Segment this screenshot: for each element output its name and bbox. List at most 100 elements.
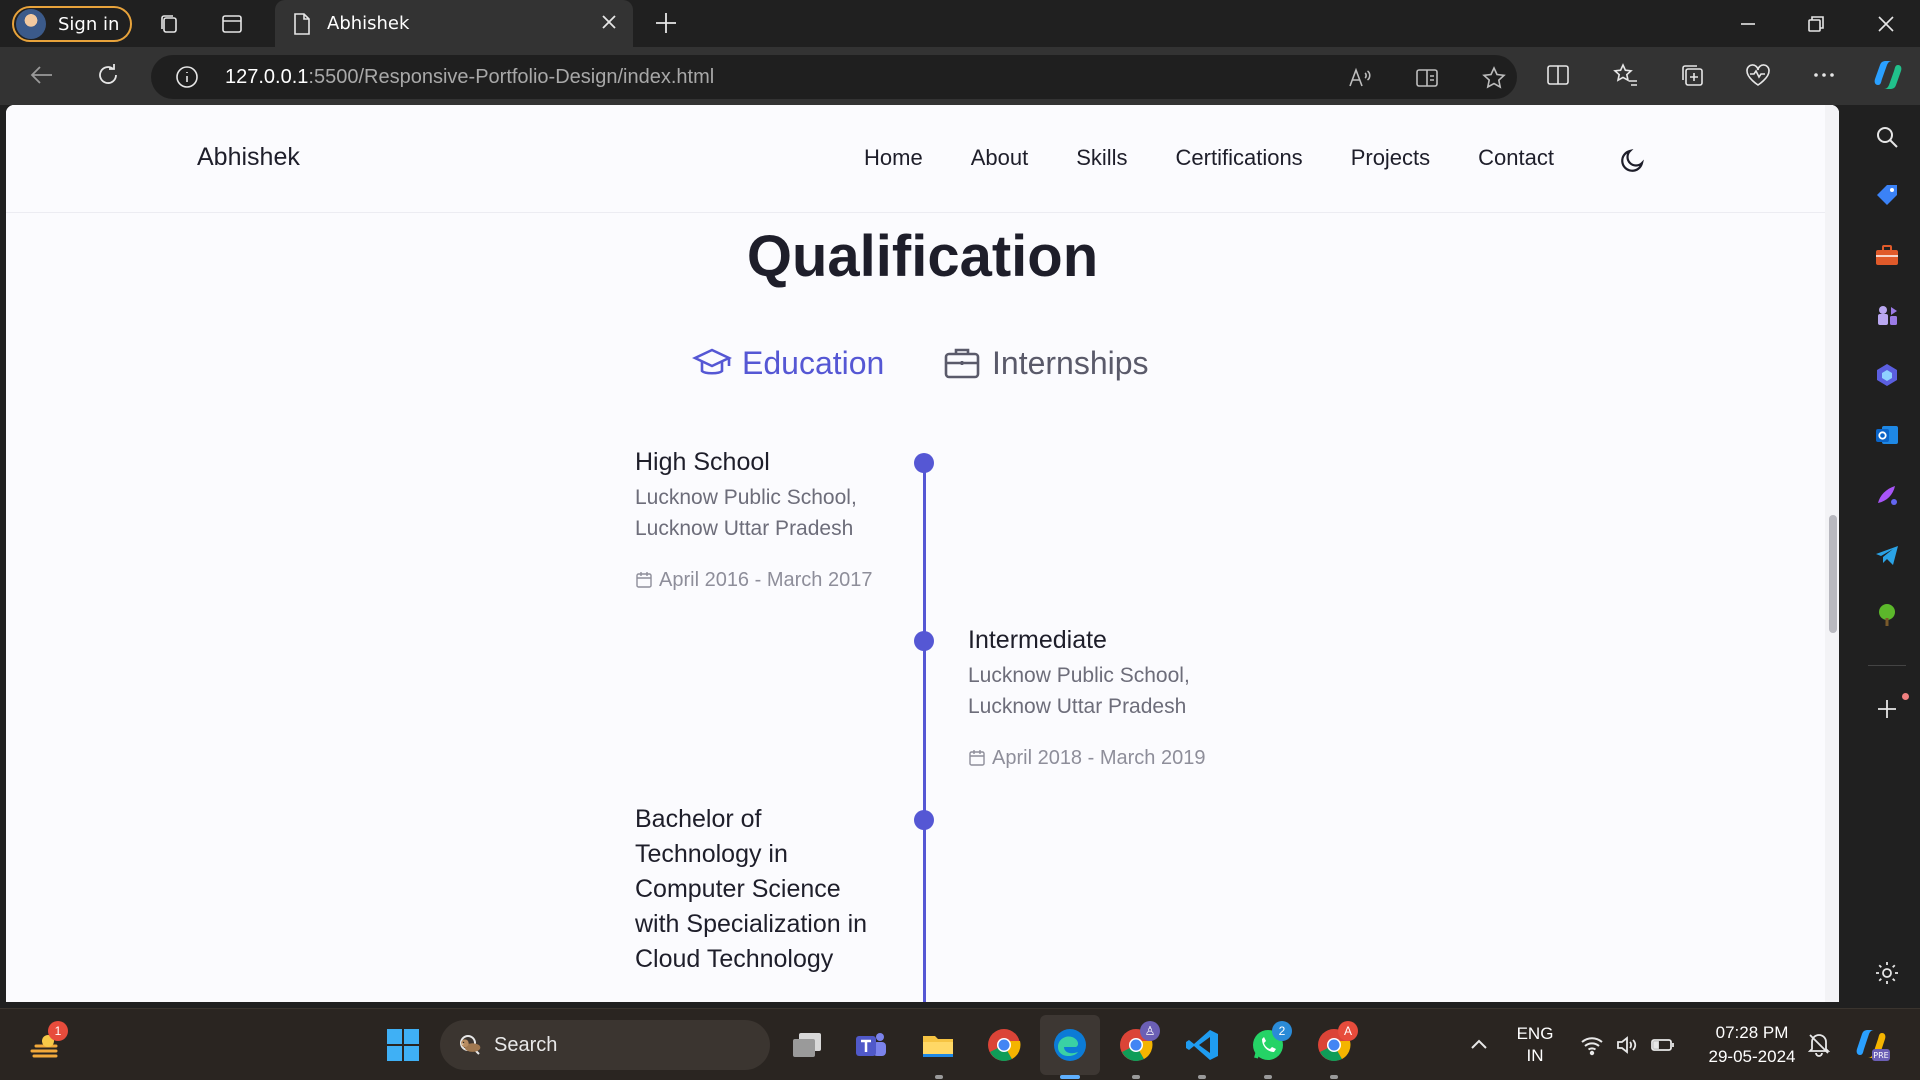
restore-icon[interactable] — [1802, 10, 1830, 38]
close-tab-icon[interactable] — [599, 12, 619, 32]
theme-toggle-moon-icon[interactable] — [1618, 145, 1648, 175]
language-indicator[interactable]: ENG IN — [1510, 1023, 1560, 1067]
volume-icon[interactable] — [1614, 1033, 1638, 1057]
notifications-bell-icon[interactable] — [1806, 1031, 1832, 1057]
vscode-icon[interactable] — [1184, 1027, 1220, 1063]
back-icon[interactable] — [27, 60, 57, 90]
url-path: :5500/Responsive-Portfolio-Design/index.… — [308, 65, 715, 88]
tab-title: Abhishek — [327, 13, 410, 34]
nav-contact[interactable]: Contact — [1478, 145, 1554, 171]
vertical-tabs-icon[interactable] — [220, 12, 244, 36]
calendar-icon — [969, 750, 985, 766]
qualification-title: Bachelor of Technology in Computer Scien… — [635, 805, 868, 973]
tab-education-label: Education — [742, 344, 885, 381]
telegram-icon[interactable] — [1873, 541, 1901, 569]
nav-about[interactable]: About — [971, 145, 1029, 171]
nav-home[interactable]: Home — [864, 145, 923, 171]
site-logo[interactable]: Abhishek — [197, 143, 300, 172]
search-icon[interactable] — [1873, 123, 1901, 151]
scroll-thumb[interactable] — [1829, 515, 1837, 633]
browser-essentials-icon[interactable] — [1744, 61, 1772, 89]
nav-projects[interactable]: Projects — [1351, 145, 1430, 171]
qualification-date: April 2016 - March 2017 — [635, 566, 885, 595]
qualification-date-text: April 2018 - March 2019 — [992, 747, 1206, 769]
qualification-item: Bachelor of Technology in Computer Scien… — [635, 802, 885, 977]
chevron-up-icon[interactable] — [1468, 1034, 1490, 1056]
read-aloud-icon[interactable] — [1347, 65, 1373, 91]
timeline-line — [923, 462, 926, 1002]
tab-education[interactable]: Education — [692, 343, 884, 383]
otter-icon — [461, 1039, 481, 1052]
outlook-icon[interactable] — [1873, 421, 1901, 449]
qualification-subtitle: Lucknow Public School, Lucknow Uttar Pra… — [968, 664, 1190, 718]
nav-skills[interactable]: Skills — [1076, 145, 1127, 171]
wifi-icon[interactable] — [1580, 1033, 1604, 1057]
running-indicator — [1198, 1075, 1206, 1079]
shopping-tag-icon[interactable] — [1873, 181, 1901, 209]
edge-sidebar — [1854, 105, 1920, 1002]
teams-icon[interactable] — [853, 1027, 889, 1063]
task-view-icon[interactable] — [789, 1027, 825, 1063]
url-host: 127.0.0.1 — [225, 65, 309, 88]
new-tab-icon[interactable] — [653, 10, 679, 36]
games-icon[interactable] — [1873, 301, 1901, 329]
chrome-profile-badge: A — [1338, 1021, 1358, 1041]
calendar-icon — [636, 572, 652, 588]
tools-icon[interactable] — [1873, 241, 1901, 269]
qualification-item: Intermediate Lucknow Public School, Luck… — [968, 623, 1218, 773]
copilot-icon[interactable] — [1870, 57, 1906, 93]
browser-toolbar: 127.0.0.1:5500/Responsive-Portfolio-Desi… — [0, 47, 1920, 105]
svg-text:PRE: PRE — [1873, 1051, 1888, 1060]
timeline-dot — [914, 453, 934, 473]
copilot-pre-icon[interactable]: PRE — [1852, 1025, 1892, 1065]
whatsapp-badge: 2 — [1272, 1021, 1292, 1041]
refresh-icon[interactable] — [93, 60, 123, 90]
clock-time: 07:28 PM — [1715, 1023, 1789, 1042]
sidebar-divider — [1868, 665, 1906, 666]
site-header: Abhishek Home About Skills Certification… — [6, 105, 1839, 213]
profile-badge: ♙ — [1140, 1021, 1160, 1041]
site-nav: Home About Skills Certifications Project… — [864, 145, 1554, 171]
more-options-icon[interactable] — [1810, 61, 1838, 89]
designer-icon[interactable] — [1873, 481, 1901, 509]
page-scrollbar[interactable] — [1825, 105, 1839, 1002]
nav-certifications[interactable]: Certifications — [1176, 145, 1303, 171]
clock-date: 29-05-2024 — [1708, 1047, 1796, 1066]
sign-in-button[interactable]: Sign in — [12, 6, 132, 42]
immersive-reader-icon[interactable] — [1414, 65, 1440, 91]
running-indicator — [1264, 1075, 1272, 1079]
profile-avatar — [16, 9, 46, 39]
tree-app-icon[interactable] — [1873, 601, 1901, 629]
battery-icon[interactable] — [1650, 1033, 1676, 1057]
close-window-icon[interactable] — [1872, 10, 1900, 38]
workspaces-icon[interactable] — [157, 12, 181, 36]
qualification-item: High School Lucknow Public School, Luckn… — [635, 445, 885, 595]
split-screen-icon[interactable] — [1544, 61, 1572, 89]
chrome-icon[interactable] — [986, 1027, 1022, 1063]
site-info-icon[interactable] — [175, 65, 199, 89]
tab-internships[interactable]: Internships — [942, 343, 1149, 383]
language-code: ENG — [1516, 1024, 1554, 1043]
browser-title-bar: Sign in Abhishek — [0, 0, 1920, 47]
edge-icon[interactable] — [1052, 1027, 1088, 1063]
file-explorer-icon[interactable] — [920, 1027, 956, 1063]
microsoft-365-icon[interactable] — [1873, 361, 1901, 389]
collections-icon[interactable] — [1678, 61, 1706, 89]
settings-gear-icon[interactable] — [1873, 959, 1901, 987]
active-indicator — [1060, 1075, 1080, 1079]
notification-dot — [1902, 693, 1909, 700]
weather-badge: 1 — [48, 1021, 68, 1041]
windows-start-icon[interactable] — [385, 1027, 421, 1063]
running-indicator — [1330, 1075, 1338, 1079]
favorites-icon[interactable] — [1612, 61, 1640, 89]
clock[interactable]: 07:28 PM 29-05-2024 — [1692, 1021, 1812, 1069]
briefcase-icon — [944, 348, 980, 379]
taskbar-search[interactable]: Search — [440, 1020, 770, 1070]
address-bar[interactable]: 127.0.0.1:5500/Responsive-Portfolio-Desi… — [151, 55, 1517, 99]
minimize-icon[interactable] — [1734, 10, 1762, 38]
add-app-icon[interactable] — [1873, 695, 1901, 723]
browser-tab-active[interactable]: Abhishek — [275, 0, 633, 47]
favorite-star-icon[interactable] — [1481, 65, 1507, 91]
qualification-title: Intermediate — [968, 626, 1107, 654]
region-code: IN — [1526, 1046, 1544, 1065]
